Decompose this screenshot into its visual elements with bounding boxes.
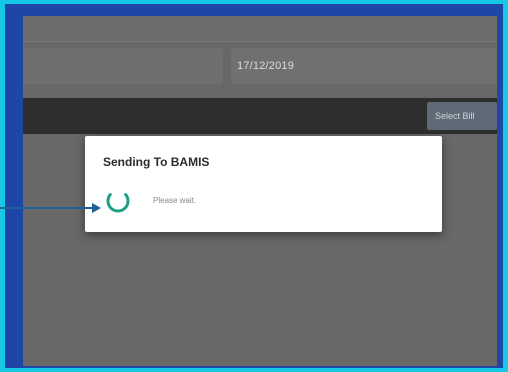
screenshot-frame: 17/12/2019 Select Bill Sending To BAMIS … <box>5 4 503 368</box>
annotation-arrow-line <box>0 207 94 209</box>
app-screen: 17/12/2019 Select Bill Sending To BAMIS … <box>23 16 497 366</box>
dialog-message: Please wait. <box>153 196 197 205</box>
arrow-right-icon <box>92 203 101 213</box>
top-bar <box>23 16 497 41</box>
select-bill-button[interactable]: Select Bill <box>427 102 497 130</box>
date-field[interactable]: 17/12/2019 <box>231 48 497 84</box>
loading-spinner-icon <box>106 189 130 213</box>
toolbar: Select Bill <box>23 98 497 134</box>
dialog-title: Sending To BAMIS <box>103 155 210 169</box>
top-divider <box>23 41 497 42</box>
sending-dialog: Sending To BAMIS Please wait. <box>85 136 442 232</box>
name-field[interactable] <box>23 48 223 84</box>
